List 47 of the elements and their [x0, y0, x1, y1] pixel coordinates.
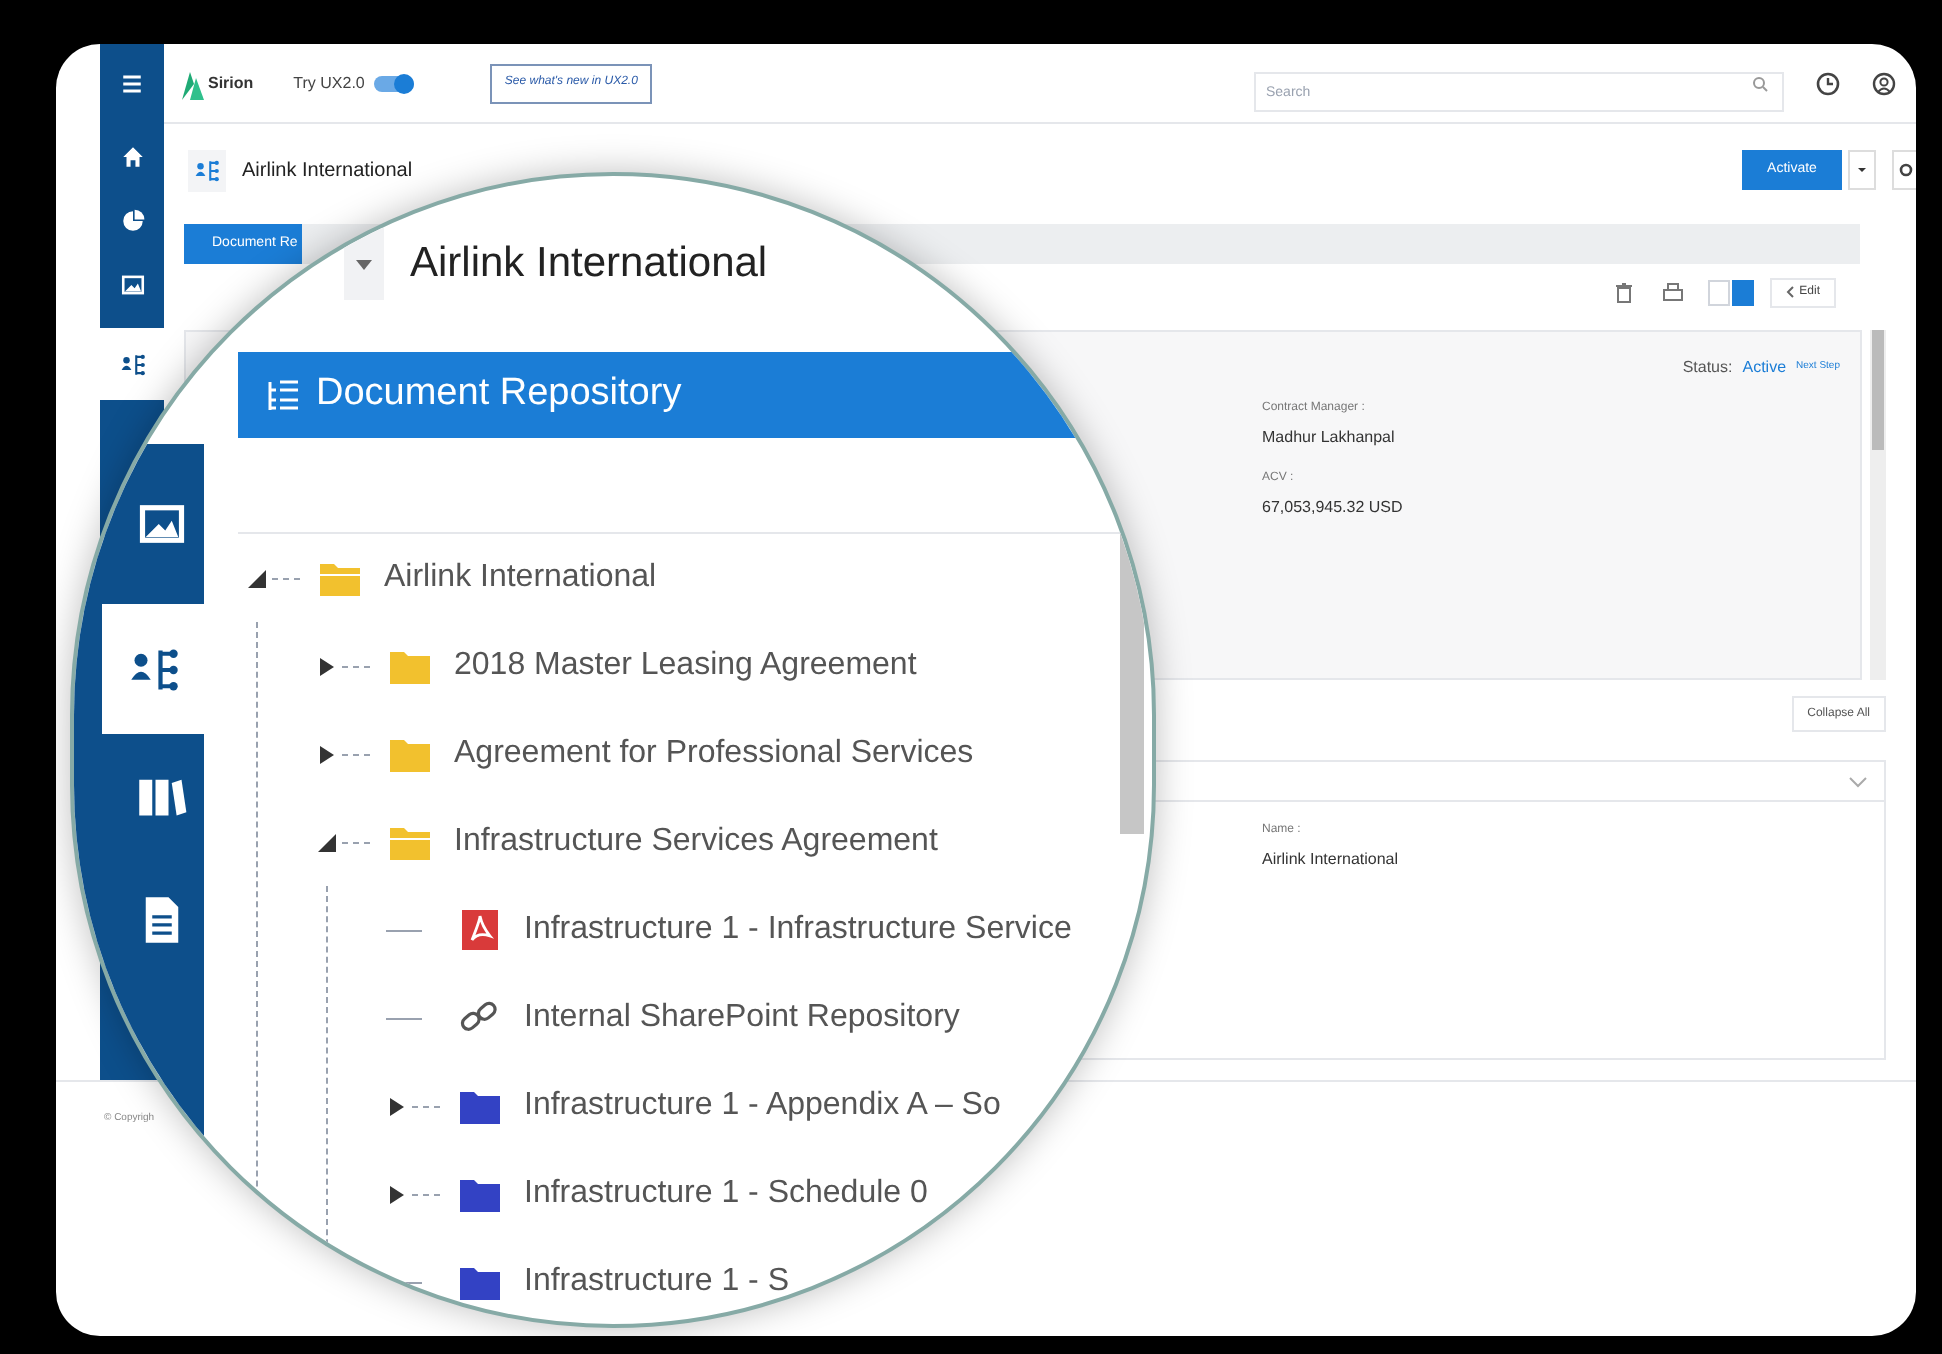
- hierarchy-icon[interactable]: [119, 351, 145, 377]
- hierarchy-icon[interactable]: [194, 157, 220, 183]
- collapse-arrow-icon[interactable]: [246, 567, 268, 589]
- layout-toggle[interactable]: [1731, 279, 1754, 305]
- dropdown-button[interactable]: [344, 228, 384, 300]
- scrollbar[interactable]: [1120, 534, 1144, 834]
- tree-item[interactable]: Infrastructure 1 - S: [524, 1258, 789, 1306]
- menu-icon[interactable]: [118, 70, 146, 98]
- tree-item[interactable]: Infrastructure 1 - Infrastructure Service: [524, 906, 1072, 954]
- expand-arrow-icon[interactable]: [316, 743, 338, 765]
- printer-icon[interactable]: [1661, 281, 1684, 303]
- tree-item[interactable]: Infrastructure 1 - Appendix A – So: [524, 1082, 1001, 1130]
- sidebar-item[interactable]: [102, 604, 204, 734]
- expand-arrow-icon[interactable]: [316, 655, 338, 677]
- status-value: Active: [1742, 356, 1787, 380]
- tree-item[interactable]: Infrastructure 1 - Schedule 0: [524, 1170, 928, 1218]
- image-icon[interactable]: [119, 271, 145, 297]
- tree-item[interactable]: Agreement for Professional Services: [454, 730, 974, 778]
- pdf-icon: [458, 908, 502, 952]
- tree-item[interactable]: Infrastructure Services Agreement: [454, 818, 938, 866]
- field-value: Madhur Lakhanpal: [1262, 426, 1397, 450]
- tree-item[interactable]: Airlink International: [384, 554, 657, 602]
- tree-list-icon: [264, 377, 300, 413]
- tree-item[interactable]: Internal SharePoint Repository: [524, 994, 960, 1042]
- gear-icon[interactable]: [1892, 150, 1916, 190]
- tree-item[interactable]: 2018 Master Leasing Agreement: [454, 642, 917, 690]
- home-icon[interactable]: [119, 143, 145, 169]
- toggle-switch[interactable]: [374, 75, 415, 91]
- panel-title: Document Repository: [316, 370, 682, 419]
- pie-chart-icon[interactable]: [119, 207, 145, 233]
- toggle-label: Try UX2.0: [293, 71, 365, 95]
- record-title: Airlink International: [410, 238, 768, 291]
- user-icon[interactable]: [1872, 71, 1896, 95]
- field-value: 67,053,945.32 USD: [1262, 496, 1405, 520]
- caret-icon[interactable]: [356, 259, 372, 269]
- trash-icon[interactable]: [1613, 281, 1634, 303]
- field-value: Airlink International: [1262, 848, 1401, 872]
- expand-arrow-icon[interactable]: [386, 1183, 408, 1205]
- logo-text: Sirion: [208, 71, 254, 95]
- collapse-arrow-icon[interactable]: [316, 831, 338, 853]
- status-label: Status:: [1682, 356, 1733, 380]
- search-icon[interactable]: [1752, 75, 1768, 91]
- record-title: Airlink International: [242, 157, 413, 185]
- expand-arrow-icon[interactable]: [386, 1095, 408, 1117]
- chevron-left-icon: [1785, 286, 1794, 298]
- clock-icon[interactable]: [1816, 71, 1840, 95]
- scrollbar[interactable]: [1870, 330, 1886, 680]
